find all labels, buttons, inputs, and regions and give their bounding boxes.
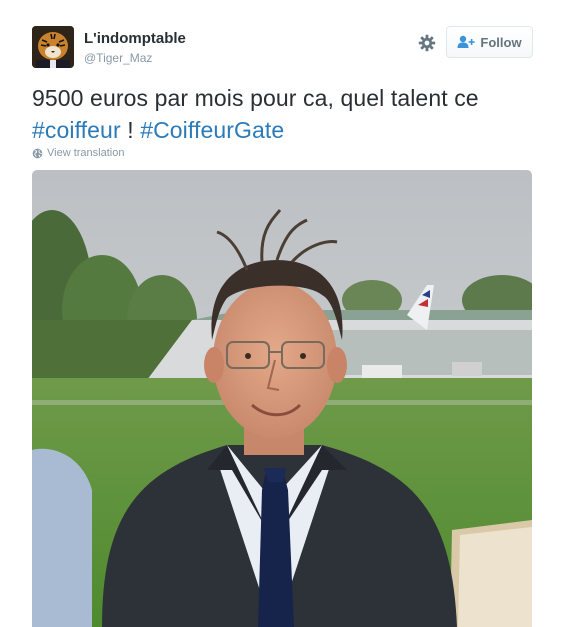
globe-icon (32, 148, 43, 158)
tweet-photo-image (32, 170, 532, 627)
follow-button[interactable]: Follow (446, 26, 533, 58)
gear-icon[interactable] (418, 34, 436, 52)
tiger-avatar-icon (32, 26, 74, 68)
user-screen-name[interactable]: @Tiger_Maz (84, 50, 186, 66)
tweet-header: L'indomptable @Tiger_Maz Follow (32, 26, 533, 72)
user-names: L'indomptable @Tiger_Maz (84, 30, 186, 66)
user-full-name[interactable]: L'indomptable (84, 30, 186, 48)
hashtag-coiffeurgate-link[interactable]: #CoiffeurGate (140, 117, 284, 143)
hashtag-coiffeur-link[interactable]: #coiffeur (32, 117, 121, 143)
tweet-text-separator: ! (120, 117, 141, 143)
tweet-text: 9500 euros par mois pour ca, quel talent… (32, 82, 535, 146)
view-translation-link[interactable]: View translation (32, 147, 124, 159)
tweet-photo[interactable] (32, 170, 532, 627)
follow-button-label: Follow (480, 34, 522, 50)
tweet-text-line: 9500 euros par mois pour ca, quel talent… (32, 85, 479, 111)
add-user-icon (457, 35, 476, 48)
user-avatar[interactable] (32, 26, 74, 68)
view-translation-label: View translation (47, 147, 125, 159)
